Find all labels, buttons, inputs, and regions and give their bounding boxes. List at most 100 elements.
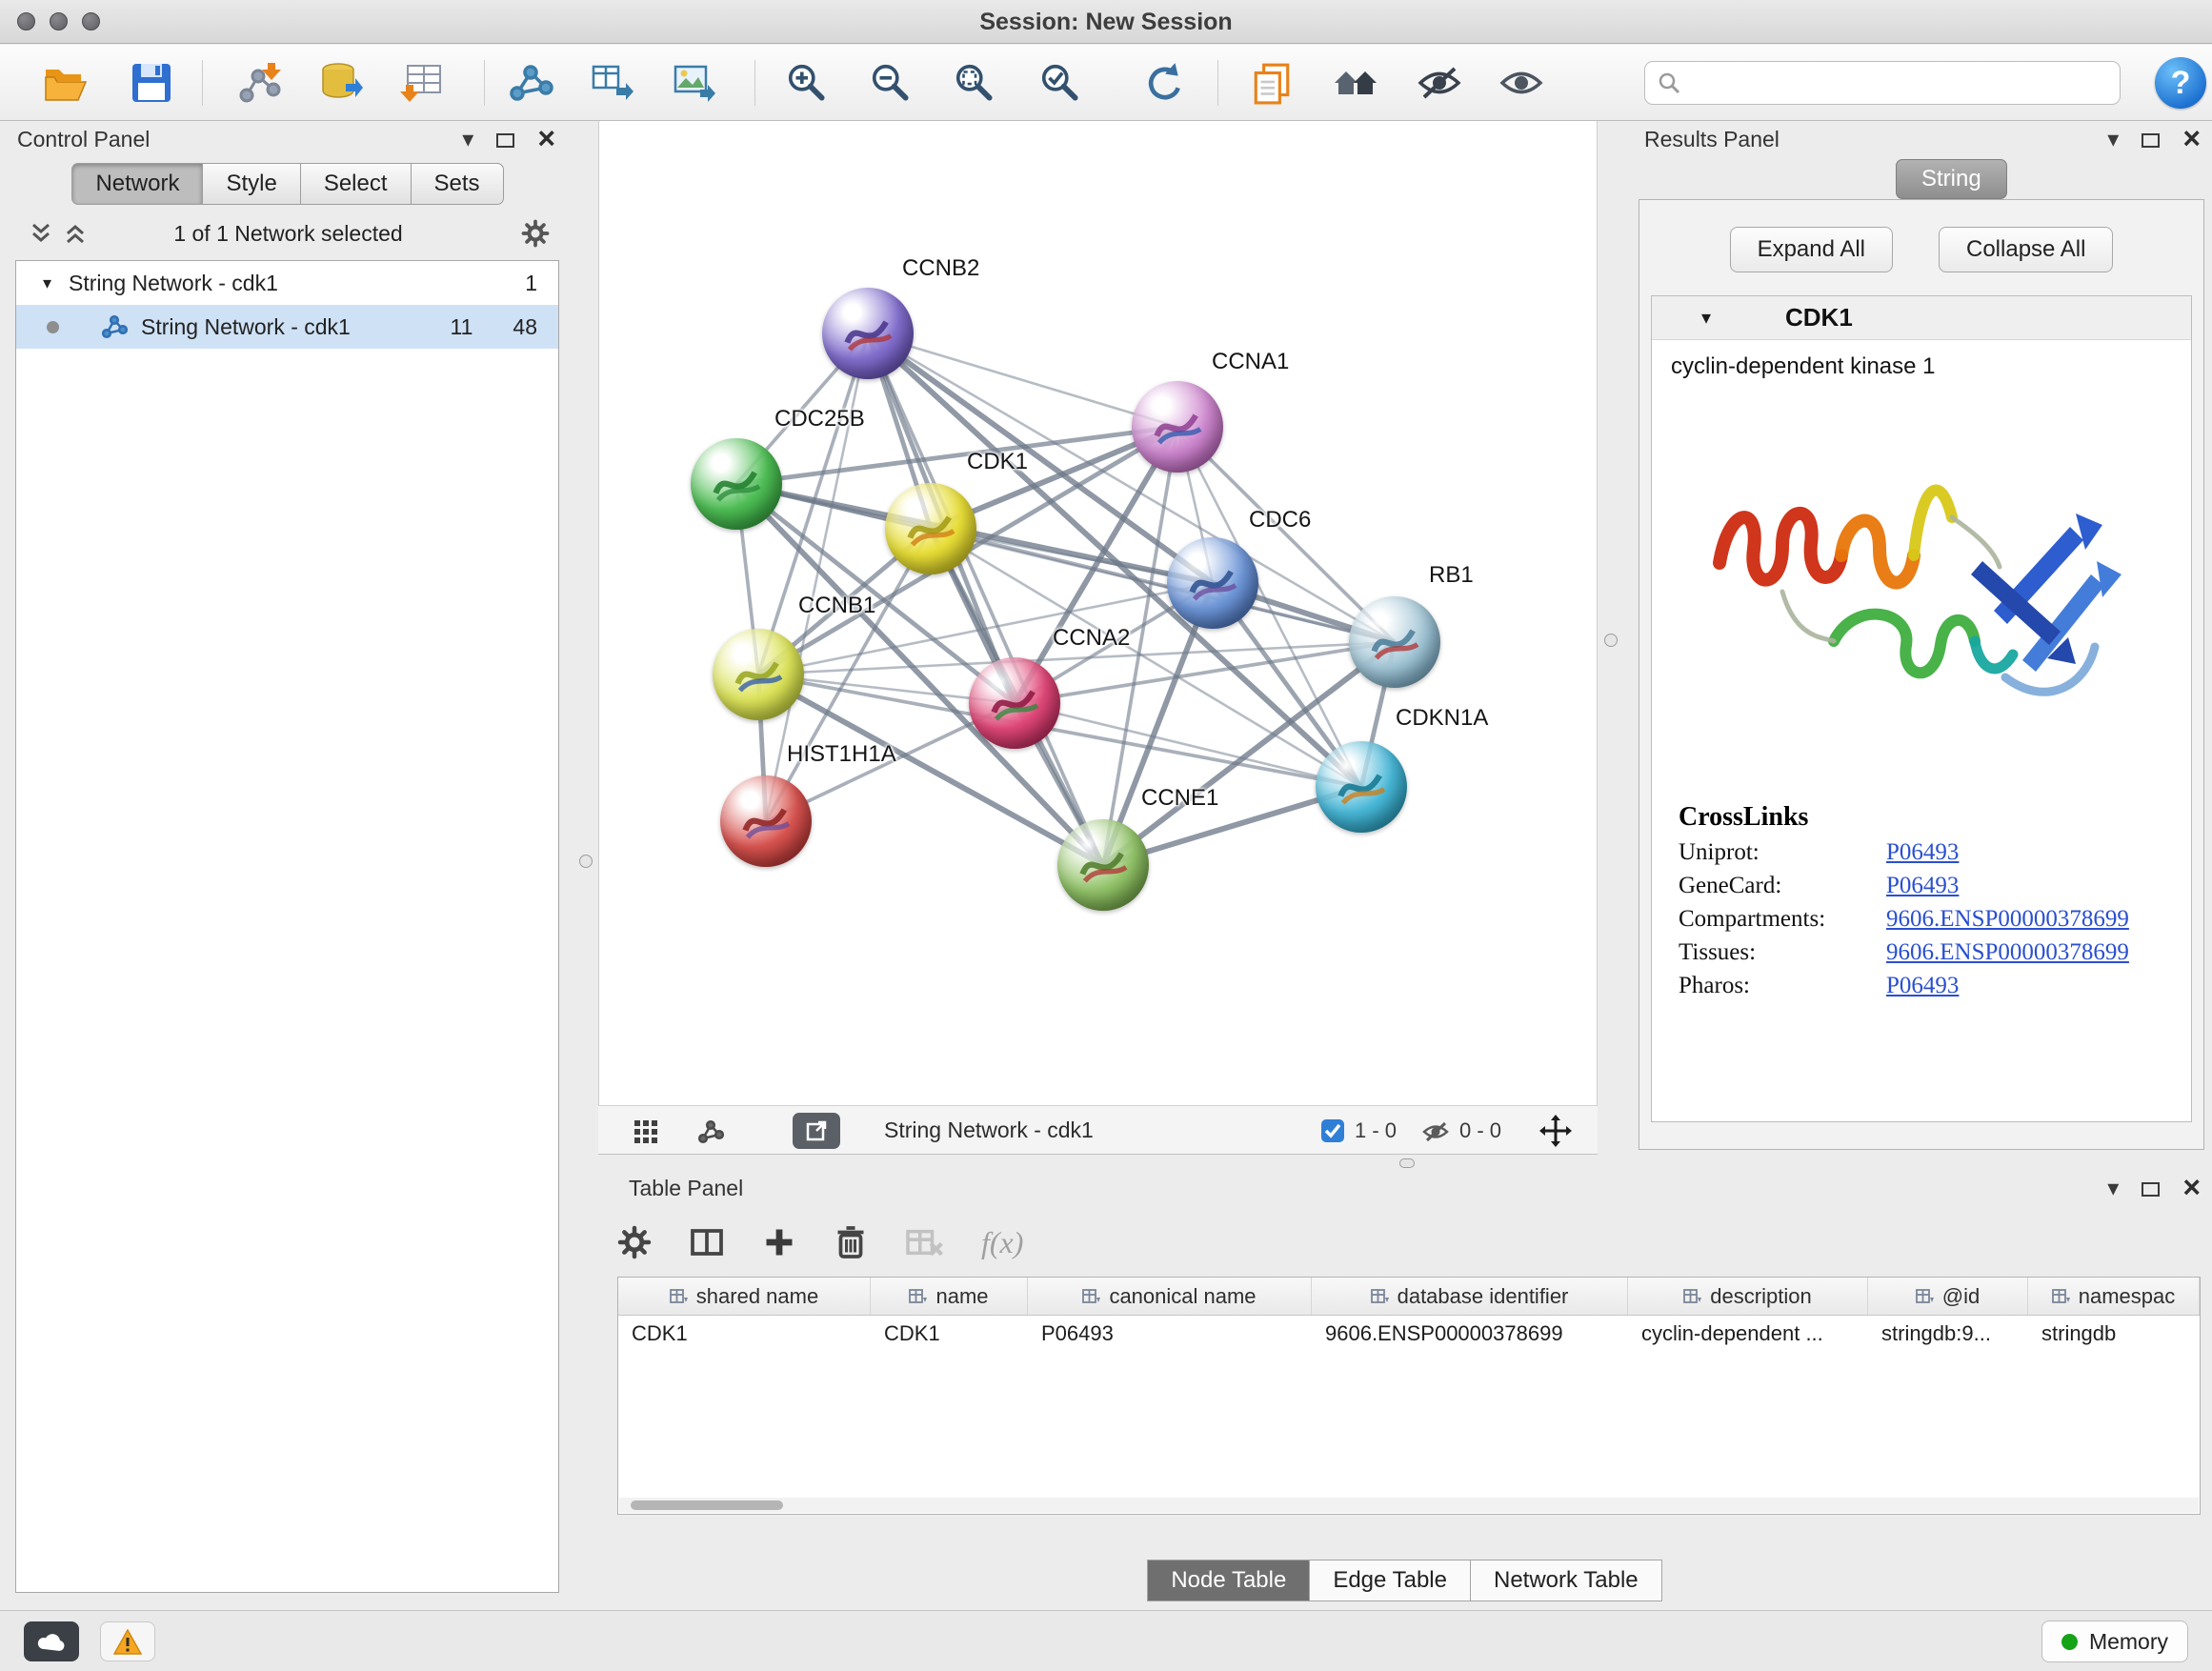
new-network-from-selection-button[interactable] <box>503 56 558 110</box>
selected-checkbox-icon[interactable] <box>1320 1118 1345 1143</box>
add-column-plus-icon[interactable] <box>762 1225 796 1259</box>
table-row[interactable]: CDK1CDK1P064939606.ENSP00000378699cyclin… <box>618 1316 2200 1352</box>
tab-select[interactable]: Select <box>300 163 412 205</box>
apply-layout-button[interactable] <box>1136 56 1191 110</box>
network-node-cdk1[interactable] <box>885 483 976 574</box>
network-node-ccnb2[interactable] <box>822 288 914 379</box>
tab-string[interactable]: String <box>1896 159 2007 199</box>
control-tabs: NetworkStyleSelectSets <box>10 163 567 205</box>
tree-expand-icon[interactable]: ▾ <box>43 273 51 293</box>
column-header-name[interactable]: name <box>871 1278 1028 1315</box>
tab-sets[interactable]: Sets <box>411 163 504 205</box>
table-cell[interactable]: cyclin-dependent ... <box>1628 1316 1868 1352</box>
main-toolbar: ? <box>0 45 2212 121</box>
panel-close-icon[interactable]: × <box>537 123 555 153</box>
table-settings-gear-icon[interactable] <box>617 1225 652 1259</box>
import-network-from-database-button[interactable] <box>312 56 368 110</box>
network-node-hist1h1a[interactable] <box>720 775 812 867</box>
panel-close-icon[interactable]: × <box>2182 123 2201 153</box>
help-button[interactable]: ? <box>2155 57 2206 109</box>
delete-column-trash-icon[interactable] <box>835 1225 867 1259</box>
show-columns-icon[interactable] <box>690 1225 724 1259</box>
table-cell[interactable]: P06493 <box>1028 1316 1312 1352</box>
export-image-button[interactable] <box>667 56 722 110</box>
table-cell[interactable]: stringdb:9... <box>1868 1316 2028 1352</box>
network-bullet-icon <box>47 321 59 333</box>
network-node-ccne1[interactable] <box>1057 819 1149 911</box>
open-in-window-button[interactable] <box>793 1113 840 1149</box>
collapse-all-button[interactable]: Collapse All <box>1939 227 2113 272</box>
import-network-from-file-button[interactable] <box>232 56 288 110</box>
crosslink-link[interactable]: P06493 <box>1886 973 1959 999</box>
tab-network-table[interactable]: Network Table <box>1470 1560 1662 1601</box>
table-cell[interactable]: stringdb <box>2028 1316 2200 1352</box>
panel-float-icon[interactable] <box>2142 133 2160 148</box>
table-cell[interactable]: CDK1 <box>618 1316 871 1352</box>
network-collection-row[interactable]: ▾ String Network - cdk1 1 <box>16 261 558 305</box>
column-header--id[interactable]: @id <box>1868 1278 2028 1315</box>
panel-close-icon[interactable]: × <box>2182 1172 2201 1202</box>
crosslink-link[interactable]: P06493 <box>1886 873 1959 899</box>
show-graphics-details-button[interactable] <box>1494 56 1549 110</box>
copy-style-button[interactable] <box>1244 56 1299 110</box>
open-session-button[interactable] <box>38 56 93 110</box>
tab-node-table[interactable]: Node Table <box>1147 1560 1310 1601</box>
tab-network[interactable]: Network <box>71 163 203 205</box>
zoom-fit-button[interactable] <box>947 56 1002 110</box>
import-table-from-file-button[interactable] <box>394 56 450 110</box>
network-node-cdc25b[interactable] <box>691 438 782 530</box>
gear-icon[interactable] <box>521 219 550 248</box>
expand-tree-icon[interactable] <box>29 221 53 246</box>
column-header-database-identifier[interactable]: database identifier <box>1312 1278 1628 1315</box>
zoom-out-button[interactable] <box>863 56 918 110</box>
collapse-gene-icon[interactable]: ▾ <box>1701 306 1711 330</box>
table-hscrollbar[interactable] <box>619 1498 2199 1513</box>
network-node-ccna2[interactable] <box>969 657 1060 749</box>
search-input[interactable] <box>1681 64 2120 102</box>
cloud-button[interactable] <box>24 1621 79 1661</box>
bottom-splitter-handle[interactable] <box>1399 1158 1415 1168</box>
zoom-in-button[interactable] <box>779 56 835 110</box>
node-label: CDC25B <box>774 406 865 433</box>
column-header-description[interactable]: description <box>1628 1278 1868 1315</box>
save-session-button[interactable] <box>124 56 179 110</box>
zoom-selected-button[interactable] <box>1033 56 1088 110</box>
network-row[interactable]: String Network - cdk1 11 48 <box>16 305 558 349</box>
expand-all-button[interactable]: Expand All <box>1730 227 1893 272</box>
panel-float-icon[interactable] <box>496 133 514 148</box>
hide-graphics-details-button[interactable] <box>1412 56 1467 110</box>
panel-menu-icon[interactable]: ▾ <box>462 129 473 151</box>
tab-style[interactable]: Style <box>202 163 300 205</box>
gene-section-header[interactable]: ▾ CDK1 <box>1652 296 2191 340</box>
network-overview-icon[interactable] <box>697 1118 724 1145</box>
scroll-thumb[interactable] <box>631 1500 783 1510</box>
tab-edge-table[interactable]: Edge Table <box>1309 1560 1471 1601</box>
column-header-canonical-name[interactable]: canonical name <box>1028 1278 1312 1315</box>
network-node-cdc6[interactable] <box>1167 537 1258 629</box>
birdseye-grid-icon[interactable] <box>633 1118 659 1145</box>
panel-menu-icon[interactable]: ▾ <box>2107 129 2119 151</box>
column-header-shared-name[interactable]: shared name <box>618 1278 871 1315</box>
crosslink-link[interactable]: P06493 <box>1886 839 1959 866</box>
hidden-eye-icon[interactable] <box>1421 1119 1450 1144</box>
warnings-button[interactable] <box>100 1621 155 1661</box>
panel-float-icon[interactable] <box>2142 1182 2160 1197</box>
network-node-ccnb1[interactable] <box>713 629 804 720</box>
right-splitter-handle[interactable] <box>1604 634 1618 647</box>
memory-button[interactable]: Memory <box>2041 1621 2188 1662</box>
network-node-rb1[interactable] <box>1349 596 1440 688</box>
table-cell[interactable]: CDK1 <box>871 1316 1028 1352</box>
show-all-networks-button[interactable] <box>1328 56 1383 110</box>
left-splitter-handle[interactable] <box>579 855 593 868</box>
crosslink-link[interactable]: 9606.ENSP00000378699 <box>1886 906 2129 933</box>
crosslink-link[interactable]: 9606.ENSP00000378699 <box>1886 939 2129 966</box>
network-node-ccna1[interactable] <box>1132 381 1223 473</box>
move-crosshair-icon[interactable] <box>1539 1115 1572 1147</box>
network-canvas[interactable]: CCNB2CCNA1CDC25BCDK1CDC6RB1CCNB1CCNA2CDK… <box>598 121 1598 1105</box>
panel-menu-icon[interactable]: ▾ <box>2107 1178 2119 1200</box>
network-table-button[interactable] <box>585 56 640 110</box>
network-node-cdkn1a[interactable] <box>1316 741 1407 833</box>
collapse-tree-icon[interactable] <box>63 221 88 246</box>
table-cell[interactable]: 9606.ENSP00000378699 <box>1312 1316 1628 1352</box>
column-header-namespac[interactable]: namespac <box>2028 1278 2200 1315</box>
